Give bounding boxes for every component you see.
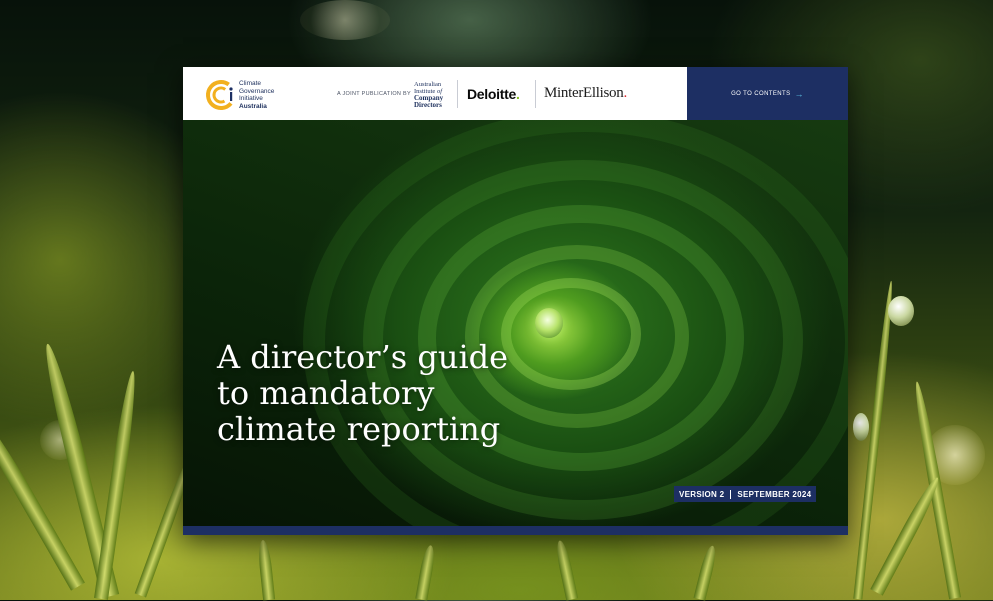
go-to-contents-button[interactable]: GO TO CONTENTS →	[687, 67, 848, 120]
cover-footer-bar	[183, 526, 848, 535]
cgi-country: Australia	[239, 102, 267, 110]
cgi-line-1: Climate	[239, 80, 262, 87]
deloitte-dot: .	[515, 86, 520, 102]
version-label: VERSION 2	[679, 489, 725, 499]
report-title: A director’s guide to mandatory climate …	[217, 339, 547, 447]
cover-image: A director’s guide to mandatory climate …	[183, 120, 848, 526]
cgi-logo-icon	[206, 80, 236, 110]
aicd-wordmark: Australian Institute of Company Director…	[414, 81, 443, 109]
title-line-3: climate reporting	[217, 410, 501, 448]
deloitte-logo: Deloitte.	[467, 86, 520, 102]
report-cover: Climate Governance Initiative Australia …	[183, 67, 848, 535]
version-separator	[730, 489, 732, 499]
logo-divider	[535, 80, 536, 108]
deloitte-wordmark: Deloitte	[467, 86, 516, 102]
title-line-2: to mandatory	[217, 374, 435, 412]
cover-header: Climate Governance Initiative Australia …	[183, 67, 848, 120]
cgi-wordmark: Climate Governance Initiative Australia	[239, 80, 274, 110]
cgi-line-3: Initiative	[239, 95, 263, 102]
aicd-line-1: Australian	[414, 81, 442, 88]
minterellison-logo: MinterEllison.	[544, 85, 627, 102]
minter-dot: .	[623, 85, 627, 101]
arrow-right-icon: →	[794, 88, 804, 99]
minter-wordmark: MinterEllison	[544, 85, 624, 101]
aicd-line-4: Directors	[414, 101, 442, 109]
logo-divider	[457, 80, 458, 108]
water-droplet	[535, 308, 563, 338]
title-line-1: A director’s guide	[217, 338, 509, 376]
go-to-contents-label: GO TO CONTENTS	[731, 90, 791, 97]
version-badge: VERSION 2 SEPTEMBER 2024	[674, 486, 817, 502]
joint-publication-label: A JOINT PUBLICATION BY	[337, 91, 411, 97]
cgi-line-2: Governance	[239, 87, 275, 95]
publication-date: SEPTEMBER 2024	[737, 489, 812, 499]
